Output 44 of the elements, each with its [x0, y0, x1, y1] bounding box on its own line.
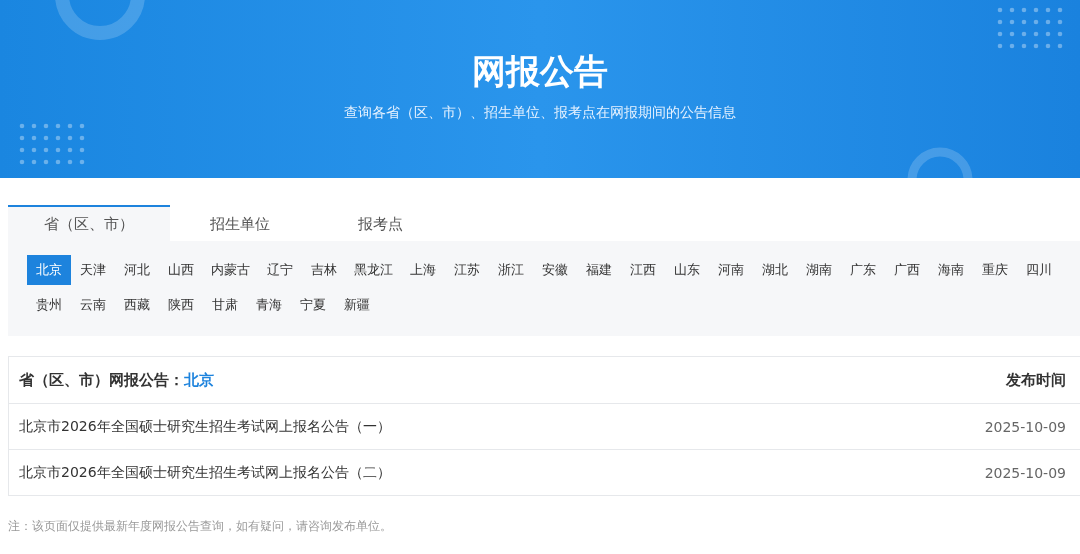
province-item[interactable]: 安徽 — [533, 255, 577, 285]
column-heading: 发布时间 — [1006, 370, 1066, 390]
province-item[interactable]: 云南 — [71, 289, 115, 320]
province-item[interactable]: 广东 — [841, 255, 885, 285]
dot-grid-decoration — [997, 7, 1063, 49]
province-item[interactable]: 新疆 — [335, 289, 379, 320]
province-item[interactable]: 湖南 — [797, 255, 841, 285]
province-item[interactable]: 山西 — [159, 255, 203, 285]
notice-link[interactable]: 北京市2026年全国硕士研究生招生考试网上报名公告（二） — [19, 463, 391, 482]
province-item[interactable]: 河北 — [115, 255, 159, 285]
date-cell: 2025-10-09 — [984, 464, 1066, 481]
province-item[interactable]: 黑龙江 — [346, 255, 401, 285]
province-item[interactable]: 江西 — [621, 255, 665, 285]
province-item[interactable]: 天津 — [71, 255, 115, 285]
province-item[interactable]: 北京 — [27, 255, 71, 285]
province-item[interactable]: 甘肃 — [203, 289, 247, 320]
province-item[interactable]: 上海 — [401, 255, 445, 285]
province-item[interactable]: 重庆 — [973, 255, 1017, 285]
notice-link[interactable]: 北京市2026年全国硕士研究生招生考试网上报名公告（一） — [19, 417, 391, 436]
province-item[interactable]: 辽宁 — [258, 255, 302, 285]
province-item[interactable]: 广西 — [885, 255, 929, 285]
province-item[interactable]: 福建 — [577, 255, 621, 285]
province-item[interactable]: 宁夏 — [291, 289, 335, 320]
footnote: 注：该页面仅提供最新年度网报公告查询，如有疑问，请咨询发布单位。 — [8, 518, 393, 535]
province-item[interactable]: 河南 — [709, 255, 753, 285]
province-item[interactable]: 内蒙古 — [203, 255, 258, 285]
page-title: 网报公告 — [472, 50, 608, 92]
dot-grid-decoration — [19, 123, 85, 165]
province-item[interactable]: 四川 — [1017, 255, 1061, 285]
province-item[interactable]: 海南 — [929, 255, 973, 285]
province-item[interactable]: 陕西 — [159, 289, 203, 320]
date-cell: 2025-10-09 — [984, 418, 1066, 435]
province-item[interactable]: 青海 — [247, 289, 291, 320]
province-item[interactable]: 江苏 — [445, 255, 489, 285]
province-item[interactable]: 湖北 — [753, 255, 797, 285]
province-item[interactable]: 西藏 — [115, 289, 159, 320]
province-item[interactable]: 浙江 — [489, 255, 533, 285]
ring-decoration — [907, 147, 973, 178]
tab[interactable]: 省（区、市） — [8, 205, 170, 241]
province-item[interactable]: 吉林 — [302, 255, 346, 285]
province-item[interactable]: 山东 — [665, 255, 709, 285]
table-heading: 省（区、市）网报公告：北京 — [19, 370, 214, 390]
page-subtitle: 查询各省（区、市）、招生单位、报考点在网报期间的公告信息 — [344, 104, 736, 122]
province-item[interactable]: 贵州 — [27, 289, 71, 320]
